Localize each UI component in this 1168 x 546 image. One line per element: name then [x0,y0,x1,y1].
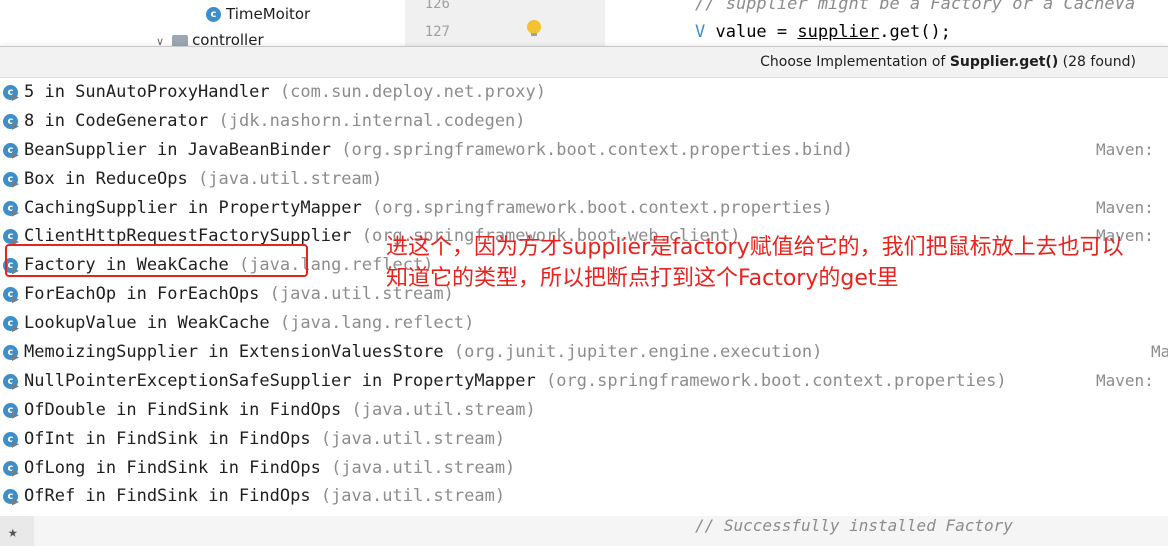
popup-header-count: (28 found) [1058,54,1136,70]
implementation-item[interactable]: c LookupValue in WeakCache (java.lang.ref… [0,309,1168,338]
line-number: 127 [424,24,450,40]
popup-header: Choose Implementation of Supplier.get() … [0,47,1168,78]
class-icon: c [3,345,18,361]
implementation-package: (java.util.stream) [331,457,516,478]
class-icon: c [3,402,18,418]
lightbulb-icon[interactable] [527,20,541,36]
code-line-127: V value = supplier.get(); [695,22,951,42]
class-icon: c [3,489,18,505]
star-icon[interactable]: ★ [8,522,18,541]
implementation-library: Maven: [1096,139,1154,159]
code-line-126: // supplier might be a Factory or a Cach… [695,0,1135,14]
implementation-library: Maven: [1096,197,1154,217]
code-text: .get(); [879,22,951,42]
class-icon: c [3,229,18,245]
implementation-class: OfRef in FindSink in FindOps [24,486,311,507]
implementation-library: Maven: [1096,370,1154,390]
highlight-box [5,244,308,277]
favorites-gutter: ★ [0,516,34,546]
code-type: V [695,22,706,42]
folder-icon [172,34,189,47]
tree-item-label: TimeMoitor [226,5,311,23]
tree-item-timemonitor[interactable]: c TimeMoitor [206,5,310,23]
implementation-package: (jdk.nashorn.internal.codegen) [218,110,526,131]
class-icon: c [206,7,221,22]
implementation-class: 5 in SunAutoProxyHandler [24,82,270,102]
popup-header-prefix: Choose Implementation of [760,54,950,70]
implementation-item[interactable]: c OfLong in FindSink in FindOps (java.uti… [0,454,1168,483]
popup-header-method: Supplier.get() [949,54,1059,70]
implementation-package: (org.springframework.boot.context.proper… [372,197,833,218]
class-icon: c [3,316,18,332]
implementation-class: BeanSupplier in JavaBeanBinder [24,139,332,160]
implementation-item[interactable]: c CachingSupplier in PropertyMapper (org.… [0,194,1168,223]
implementation-package: (java.util.stream) [198,168,383,189]
code-comment: // supplier might be a Factory or a Cach… [695,0,1136,14]
class-icon: c [3,373,18,389]
bottom-editor-strip: ★ // Successfully installed Factory [0,516,1168,546]
implementation-package: (org.springframework.boot.context.proper… [546,370,1007,391]
class-icon: c [3,171,18,187]
implementation-item[interactable]: c OfDouble in FindSink in FindOps (java.u… [0,396,1168,425]
implementation-item[interactable]: c Box in ReduceOps (java.util.stream) [0,165,1168,194]
implementation-class: NullPointerExceptionSafeSupplier in Prop… [24,370,536,391]
class-icon: c [3,113,18,129]
annotation-text: 进这个，因为方才supplier是factory赋值给它的，我们把鼠标放上去也可… [386,235,1124,291]
implementation-package: (org.junit.jupiter.engine.execution) [453,342,823,363]
project-tree-panel: c TimeMoitor ∨ controller [0,0,406,49]
implementation-class: Box in ReduceOps [24,168,188,189]
implementation-item[interactable]: c OfInt in FindSink in FindOps (java.util… [0,425,1168,454]
implementation-item[interactable]: c MemoizingSupplier in ExtensionValuesSto… [0,338,1168,367]
implementation-package: (com.sun.deploy.net.proxy) [279,82,546,102]
implementation-package: (java.util.stream) [351,399,536,420]
implementation-class: MemoizingSupplier in ExtensionValuesStor… [24,342,444,363]
implementation-list: c 5 in SunAutoProxyHandler (com.sun.deplo… [0,78,1168,517]
class-icon: c [3,142,18,158]
class-icon: c [3,431,18,447]
line-number: 126 [424,0,450,12]
implementation-item[interactable]: c OfRef in FindSink in FindOps (java.util… [0,482,1168,511]
implementation-class: LookupValue in WeakCache [24,313,270,334]
class-icon: c [3,85,18,100]
implementation-item[interactable]: c NullPointerExceptionSafeSupplier in Pro… [0,367,1168,396]
implementation-class: OfInt in FindSink in FindOps [24,428,311,449]
code-line-bottom: // Successfully installed Factory [695,516,1013,535]
implementation-item[interactable]: c 5 in SunAutoProxyHandler (com.sun.deplo… [0,78,1168,107]
class-icon: c [3,200,18,216]
code-text: value = [705,22,798,42]
implementation-class: OfLong in FindSink in FindOps [24,457,321,478]
implementation-class: ForEachOp in ForEachOps [24,284,260,305]
implementation-package: (java.util.stream) [320,428,506,449]
implementation-item[interactable]: c BeanSupplier in JavaBeanBinder (org.spr… [0,136,1168,165]
implementation-package: (java.lang.reflect) [279,313,475,334]
implementation-package: (org.springframework.boot.context.proper… [341,139,854,160]
code-object: supplier [797,22,880,42]
implementation-class: CachingSupplier in PropertyMapper [24,197,362,218]
class-icon: c [3,287,18,303]
implementation-package: (java.util.stream) [320,486,506,507]
class-icon: c [3,460,18,476]
implementation-library: Ma [1151,342,1168,362]
implementation-class: OfDouble in FindSink in FindOps [24,399,342,420]
implementation-class: 8 in CodeGenerator [24,110,209,131]
implementation-item[interactable]: c 8 in CodeGenerator (jdk.nashorn.interna… [0,107,1168,136]
